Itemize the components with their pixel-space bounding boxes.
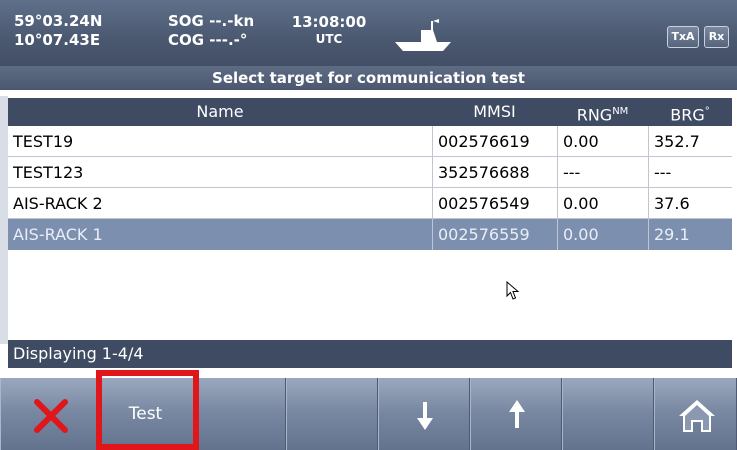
target-mmsi: 352576688: [432, 157, 557, 188]
column-header-rng[interactable]: RNGNM: [557, 98, 648, 126]
column-header-mmsi[interactable]: MMSI: [432, 98, 557, 126]
mouse-pointer-icon: [506, 281, 520, 300]
toolbar-blank-button-2[interactable]: [286, 378, 378, 450]
rx-indicator[interactable]: Rx: [704, 26, 729, 48]
rng-unit: NM: [612, 106, 629, 117]
speed-course-readout: SOG --.-kn COG ---.-°: [168, 12, 254, 50]
target-name: TEST123: [13, 163, 84, 182]
target-range: 0.00: [557, 126, 648, 157]
target-mmsi: 002576559: [432, 219, 557, 250]
target-bearing: 352.7: [648, 126, 732, 157]
target-name: AIS-RACK 1: [13, 225, 103, 244]
status-header: 59°03.24N 10°07.43E SOG --.-kn COG ---.-…: [0, 0, 737, 66]
position-readout: 59°03.24N 10°07.43E: [14, 12, 102, 50]
sog-value: SOG --.-kn: [168, 12, 255, 30]
pagination-status: Displaying 1-4/4: [8, 340, 732, 368]
page-title: Select target for communication test: [0, 66, 737, 90]
target-range: ---: [557, 157, 648, 188]
target-mmsi: 002576549: [432, 188, 557, 219]
table-header: Name MMSI RNGNM BRG°: [8, 98, 732, 126]
rng-label: RNG: [576, 105, 613, 125]
test-button[interactable]: Test: [97, 378, 194, 450]
table-row[interactable]: TEST19 002576619 0.00 352.7: [8, 126, 732, 157]
target-bearing: ---: [648, 157, 732, 188]
table-row[interactable]: TEST123 352576688 --- ---: [8, 157, 732, 188]
close-button[interactable]: [0, 378, 97, 450]
arrow-down-icon: [417, 402, 433, 430]
clock: 13:08:00 UTC: [289, 14, 369, 48]
toolbar-blank-button-3[interactable]: [562, 378, 654, 450]
column-header-brg[interactable]: BRG°: [648, 98, 732, 126]
brg-unit: °: [704, 106, 710, 117]
own-ship-icon: [395, 19, 451, 51]
column-header-name[interactable]: Name: [8, 98, 432, 126]
target-bearing: 37.6: [648, 188, 732, 219]
longitude: 10°07.43E: [14, 31, 101, 49]
target-name: AIS-RACK 2: [13, 194, 103, 213]
brg-label: BRG: [670, 105, 705, 125]
time-value: 13:08:00: [291, 13, 367, 31]
close-icon: [34, 399, 68, 433]
test-button-label: Test: [128, 404, 163, 424]
table-row[interactable]: AIS-RACK 2 002576549 0.00 37.6: [8, 188, 732, 219]
target-range: 0.00: [557, 219, 648, 250]
scroll-up-button[interactable]: [470, 378, 562, 450]
scroll-down-button[interactable]: [378, 378, 470, 450]
home-button[interactable]: [654, 378, 737, 450]
target-range: 0.00: [557, 188, 648, 219]
target-name: TEST19: [13, 132, 74, 151]
latitude: 59°03.24N: [14, 12, 103, 30]
cog-value: COG ---.-°: [168, 31, 248, 49]
arrow-up-icon: [509, 400, 525, 428]
home-icon: [679, 400, 715, 432]
toolbar-blank-button-1[interactable]: [194, 378, 286, 450]
txa-indicator[interactable]: TxA: [667, 26, 699, 48]
bottom-toolbar: Test: [0, 378, 737, 450]
time-zone: UTC: [315, 32, 343, 46]
target-mmsi: 002576619: [432, 126, 557, 157]
target-bearing: 29.1: [648, 219, 732, 250]
table-row-selected[interactable]: AIS-RACK 1 002576559 0.00 29.1: [8, 219, 732, 250]
